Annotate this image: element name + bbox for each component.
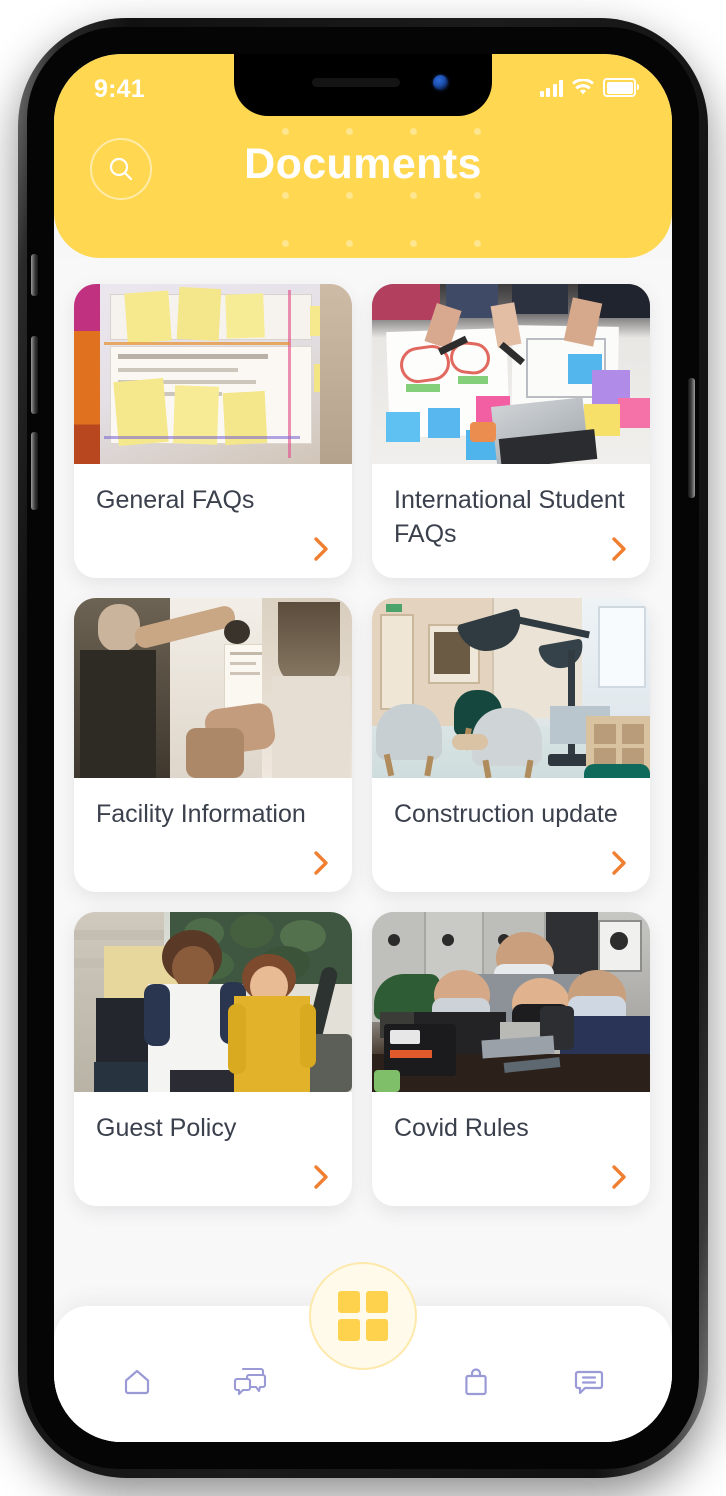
card-body: General FAQs [74, 464, 352, 578]
card-image [372, 912, 650, 1092]
earpiece-speaker [311, 78, 400, 87]
battery-full-icon [603, 78, 639, 97]
documents-grid: General FAQs International Student FAQs … [54, 284, 672, 1206]
nav-item-chats[interactable] [222, 1356, 278, 1408]
chevron-right-icon[interactable] [312, 536, 330, 562]
card-title: General FAQs [96, 486, 255, 514]
grid-apps-icon [338, 1291, 388, 1341]
phone-screen: 9:41 Documents General FAQs Internationa… [54, 54, 672, 1442]
page-title: Documents [244, 140, 482, 188]
card-image [74, 284, 352, 464]
document-card-facility-information[interactable]: Facility Information [74, 598, 352, 892]
card-body: Construction update [372, 778, 650, 892]
front-camera-icon [433, 75, 448, 90]
chevron-right-icon[interactable] [610, 1164, 628, 1190]
card-title: Covid Rules [394, 1114, 529, 1142]
nav-items [54, 1356, 672, 1408]
volume-down-button[interactable] [31, 432, 38, 510]
card-image [74, 598, 352, 778]
chevron-right-icon[interactable] [610, 536, 628, 562]
card-image [74, 912, 352, 1092]
card-title: Guest Policy [96, 1114, 237, 1142]
document-card-construction-update[interactable]: Construction update [372, 598, 650, 892]
power-button[interactable] [688, 378, 695, 498]
card-title: Facility Information [96, 800, 306, 828]
document-card-covid-rules[interactable]: Covid Rules [372, 912, 650, 1206]
document-card-guest-policy[interactable]: Guest Policy [74, 912, 352, 1206]
status-icons [539, 78, 639, 97]
screenshot-root: 9:41 Documents General FAQs Internationa… [0, 0, 726, 1496]
phone-frame: 9:41 Documents General FAQs Internationa… [18, 18, 708, 1478]
chevron-right-icon[interactable] [312, 1164, 330, 1190]
card-body: Guest Policy [74, 1092, 352, 1206]
message-icon [575, 1370, 604, 1395]
chevron-right-icon[interactable] [610, 850, 628, 876]
card-title: Construction update [394, 800, 618, 828]
chevron-right-icon[interactable] [312, 850, 330, 876]
bottom-navigation-bar [54, 1262, 672, 1442]
silent-switch-button[interactable] [31, 254, 38, 296]
documents-list-screen: General FAQs International Student FAQs … [54, 258, 672, 1442]
shopping-bag-icon [465, 1368, 487, 1396]
document-card-international-student-faqs[interactable]: International Student FAQs [372, 284, 650, 578]
nav-item-messages[interactable] [561, 1356, 617, 1408]
volume-up-button[interactable] [31, 336, 38, 414]
nav-item-shop[interactable] [448, 1356, 504, 1408]
cellular-signal-icon [539, 80, 563, 97]
card-title: International Student FAQs [394, 486, 625, 548]
device-notch [234, 54, 492, 116]
document-card-general-faqs[interactable]: General FAQs [74, 284, 352, 578]
card-body: Covid Rules [372, 1092, 650, 1206]
chat-bubbles-icon [233, 1367, 266, 1396]
card-body: Facility Information [74, 778, 352, 892]
nav-item-apps[interactable] [309, 1262, 417, 1370]
wifi-icon [572, 79, 594, 95]
card-image [372, 284, 650, 464]
card-body: International Student FAQs [372, 464, 650, 578]
card-image [372, 598, 650, 778]
nav-item-home[interactable] [109, 1356, 165, 1408]
home-icon [124, 1369, 149, 1395]
status-time: 9:41 [94, 75, 145, 103]
